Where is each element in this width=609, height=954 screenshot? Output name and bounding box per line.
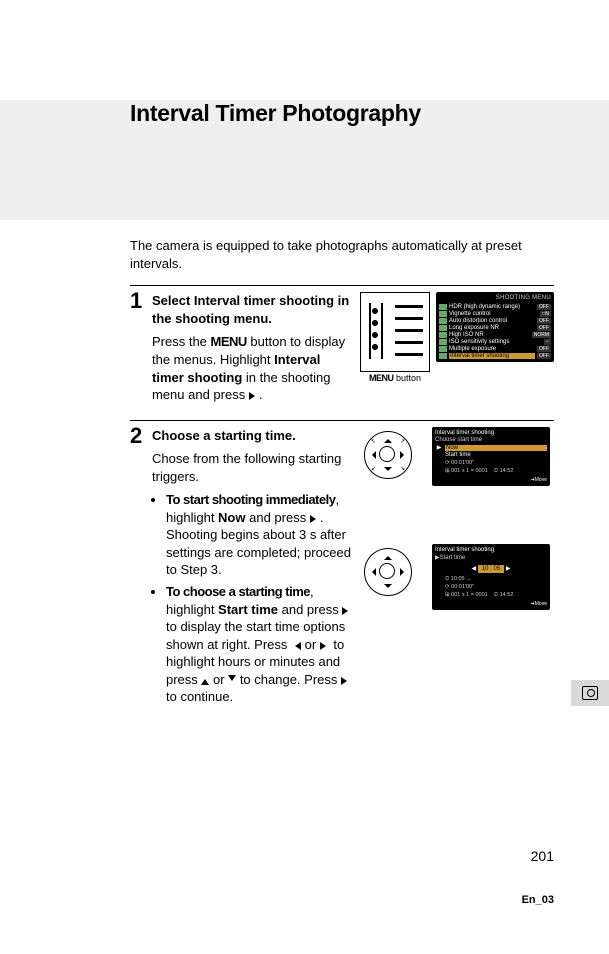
step2-bullet-2: To choose a starting time, highlight Sta… xyxy=(166,583,356,706)
step1-paragraph: Press the MENU button to display the men… xyxy=(152,333,352,403)
step2-intro: Chose from the following starting trigge… xyxy=(152,450,356,485)
multi-selector-icon: ↖↗↙↘ xyxy=(364,431,412,479)
step-number-2: 2 xyxy=(130,425,152,710)
multi-selector-icon xyxy=(364,548,412,596)
step-number-1: 1 xyxy=(130,290,152,409)
menu-button-label: MENU button xyxy=(360,374,430,384)
right-arrow-icon xyxy=(341,677,351,685)
right-arrow-icon xyxy=(342,607,352,615)
down-arrow-icon xyxy=(228,675,236,685)
left-arrow-icon xyxy=(291,642,301,650)
side-tab-camera-icon xyxy=(571,680,609,706)
lcd-start-time: Interval timer shooting ▶Start time ◀ 10… xyxy=(432,544,550,610)
page-number: 201 xyxy=(531,848,554,864)
camera-back-diagram: MENU button xyxy=(360,292,430,384)
lcd-choose-start: Interval timer shooting Choose start tim… xyxy=(432,427,550,486)
footer-code: En_03 xyxy=(522,894,554,906)
lcd-shooting-menu: SHOOTING MENU HDR (high dynamic range)OF… xyxy=(436,292,554,362)
step1-heading: Select Interval timer shooting in the sh… xyxy=(152,292,352,327)
step2-bullet-1: To start shooting immediately, highlight… xyxy=(166,491,356,579)
page-title: Interval Timer Photography xyxy=(130,100,554,127)
step-1: 1 Select Interval timer shooting in the … xyxy=(130,285,554,419)
right-arrow-icon xyxy=(320,642,330,650)
step2-heading: Choose a starting time. xyxy=(152,427,356,445)
right-arrow-icon xyxy=(310,515,320,523)
right-arrow-icon xyxy=(249,392,259,400)
step-2: 2 Choose a starting time. Chose from the… xyxy=(130,420,554,720)
intro-paragraph: The camera is equipped to take photograp… xyxy=(130,237,554,273)
